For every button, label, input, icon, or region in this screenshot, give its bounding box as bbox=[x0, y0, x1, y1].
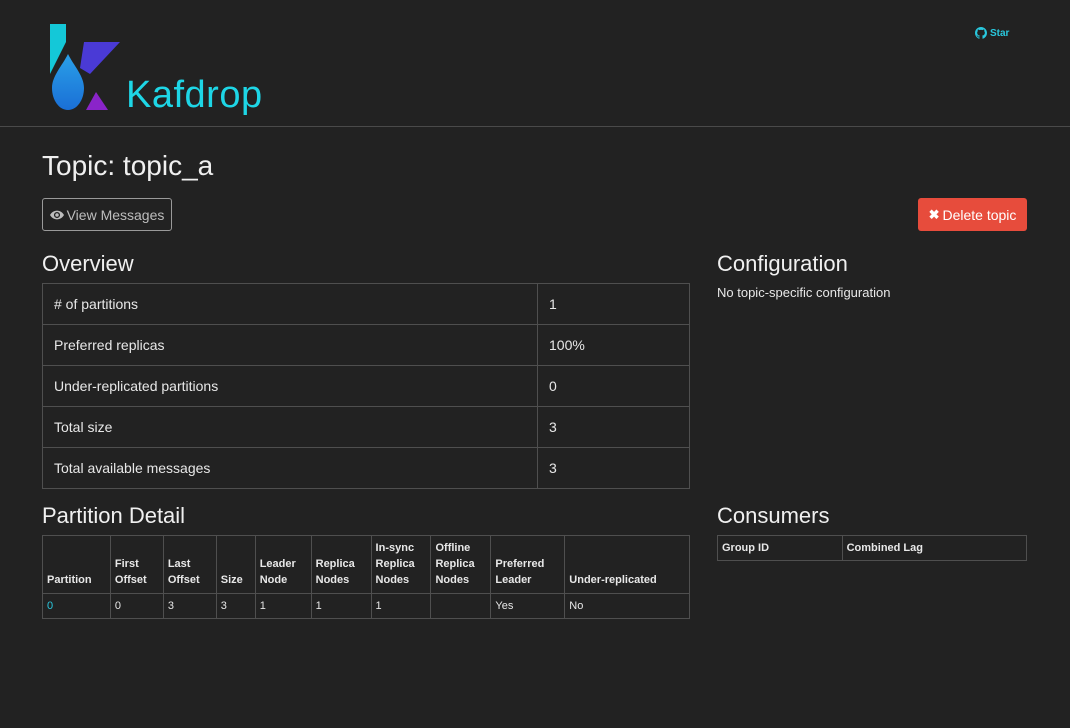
partition-cell: Yes bbox=[490, 593, 566, 619]
star-label: Star bbox=[990, 27, 1010, 39]
delete-topic-label: Delete topic bbox=[942, 206, 1017, 223]
close-icon: ✖ bbox=[928, 206, 940, 222]
partition-column-header[interactable]: Partition bbox=[42, 535, 111, 594]
overview-value: 3 bbox=[537, 406, 690, 448]
view-messages-label: View Messages bbox=[66, 206, 165, 223]
overview-row: Under-replicated partitions 0 bbox=[42, 365, 690, 407]
column-header-line: Offset bbox=[167, 574, 200, 586]
partition-column-header[interactable]: Preferred Leader bbox=[490, 535, 566, 594]
column-header-line: Leader bbox=[259, 558, 296, 570]
consumers-column-header[interactable]: Group ID bbox=[717, 535, 843, 561]
partition-cell bbox=[430, 593, 492, 619]
column-header-line: Node bbox=[259, 574, 288, 586]
column-header-line: Nodes bbox=[375, 574, 410, 586]
partition-column-header[interactable]: Under-replicated bbox=[564, 535, 690, 594]
partition-cell: 1 bbox=[310, 593, 372, 619]
github-icon bbox=[975, 27, 987, 39]
configuration-text: No topic-specific configuration bbox=[717, 285, 891, 300]
partition-link[interactable]: 0 bbox=[47, 600, 53, 612]
partition-cell: 1 bbox=[254, 593, 312, 619]
partition-detail-heading: Partition Detail bbox=[42, 503, 186, 528]
column-header-line: Last bbox=[167, 558, 191, 570]
overview-heading: Overview bbox=[42, 251, 134, 276]
partition-cell: 0 bbox=[109, 593, 164, 619]
page-title: Topic: topic_a bbox=[42, 150, 214, 181]
column-header-line: Replica bbox=[375, 558, 415, 570]
delete-topic-button[interactable]: ✖ Delete topic bbox=[918, 198, 1027, 231]
partition-cell: 3 bbox=[215, 593, 256, 619]
partition-cell: 1 bbox=[370, 593, 432, 619]
overview-row: Total size 3 bbox=[42, 406, 690, 448]
overview-value: 100% bbox=[537, 324, 690, 366]
partition-cell: 0 bbox=[42, 593, 111, 619]
header: Kafdrop Star bbox=[0, 0, 1070, 127]
view-messages-button[interactable]: View Messages bbox=[42, 198, 172, 231]
partition-cell: No bbox=[564, 593, 690, 619]
overview-label: Total size bbox=[42, 406, 538, 448]
column-header-line: Nodes bbox=[435, 574, 470, 586]
column-header-line: Partition bbox=[47, 574, 92, 586]
github-star-button[interactable]: Star bbox=[975, 27, 1009, 39]
column-header-line: Replica bbox=[435, 558, 475, 570]
kafdrop-logo bbox=[50, 24, 120, 110]
partition-column-header[interactable]: First Offset bbox=[109, 535, 164, 594]
column-header-line: Nodes bbox=[315, 574, 350, 586]
column-header-line: Replica bbox=[315, 558, 355, 570]
column-header-line: Offset bbox=[114, 574, 147, 586]
consumers-column-header[interactable]: Combined Lag bbox=[841, 535, 1028, 561]
column-header-line: Leader bbox=[495, 574, 532, 586]
configuration-heading: Configuration bbox=[717, 251, 848, 276]
column-header-line: Offline bbox=[435, 542, 471, 554]
column-header-line: In-sync bbox=[375, 542, 415, 554]
overview-table: # of partitions 1 Preferred replicas 100% Un… bbox=[42, 283, 690, 489]
overview-value: 1 bbox=[537, 283, 690, 325]
brand-name[interactable]: Kafdrop bbox=[126, 74, 263, 117]
table-row: 0 0 3 3 1 1 1 Yes No bbox=[42, 593, 690, 619]
column-header-line: Preferred bbox=[495, 558, 545, 570]
partition-column-header[interactable]: Replica Nodes bbox=[310, 535, 372, 594]
partition-column-header[interactable]: Leader Node bbox=[254, 535, 312, 594]
column-header-line: First bbox=[114, 558, 139, 570]
partition-cell: 3 bbox=[162, 593, 217, 619]
column-header-line: Size bbox=[220, 574, 243, 586]
overview-label: Preferred replicas bbox=[42, 324, 538, 366]
partition-column-header[interactable]: Size bbox=[215, 535, 256, 594]
column-header-line: Under-replicated bbox=[569, 574, 657, 586]
overview-value: 3 bbox=[537, 447, 690, 489]
overview-row: Preferred replicas 100% bbox=[42, 324, 690, 366]
overview-row: # of partitions 1 bbox=[42, 283, 690, 325]
consumers-table: Group ID Combined Lag bbox=[717, 535, 1028, 561]
partition-table: Partition First Offset Last Offset Size Leader… bbox=[42, 535, 690, 619]
overview-label: # of partitions bbox=[42, 283, 538, 325]
overview-label: Total available messages bbox=[42, 447, 538, 489]
overview-row: Total available messages 3 bbox=[42, 447, 690, 489]
partition-column-header[interactable]: Offline Replica Nodes bbox=[430, 535, 492, 594]
consumers-heading: Consumers bbox=[717, 503, 830, 528]
overview-label: Under-replicated partitions bbox=[42, 365, 538, 407]
partition-column-header[interactable]: Last Offset bbox=[162, 535, 217, 594]
overview-value: 0 bbox=[537, 365, 690, 407]
partition-column-header[interactable]: In-sync Replica Nodes bbox=[370, 535, 432, 594]
eye-icon bbox=[49, 210, 64, 219]
